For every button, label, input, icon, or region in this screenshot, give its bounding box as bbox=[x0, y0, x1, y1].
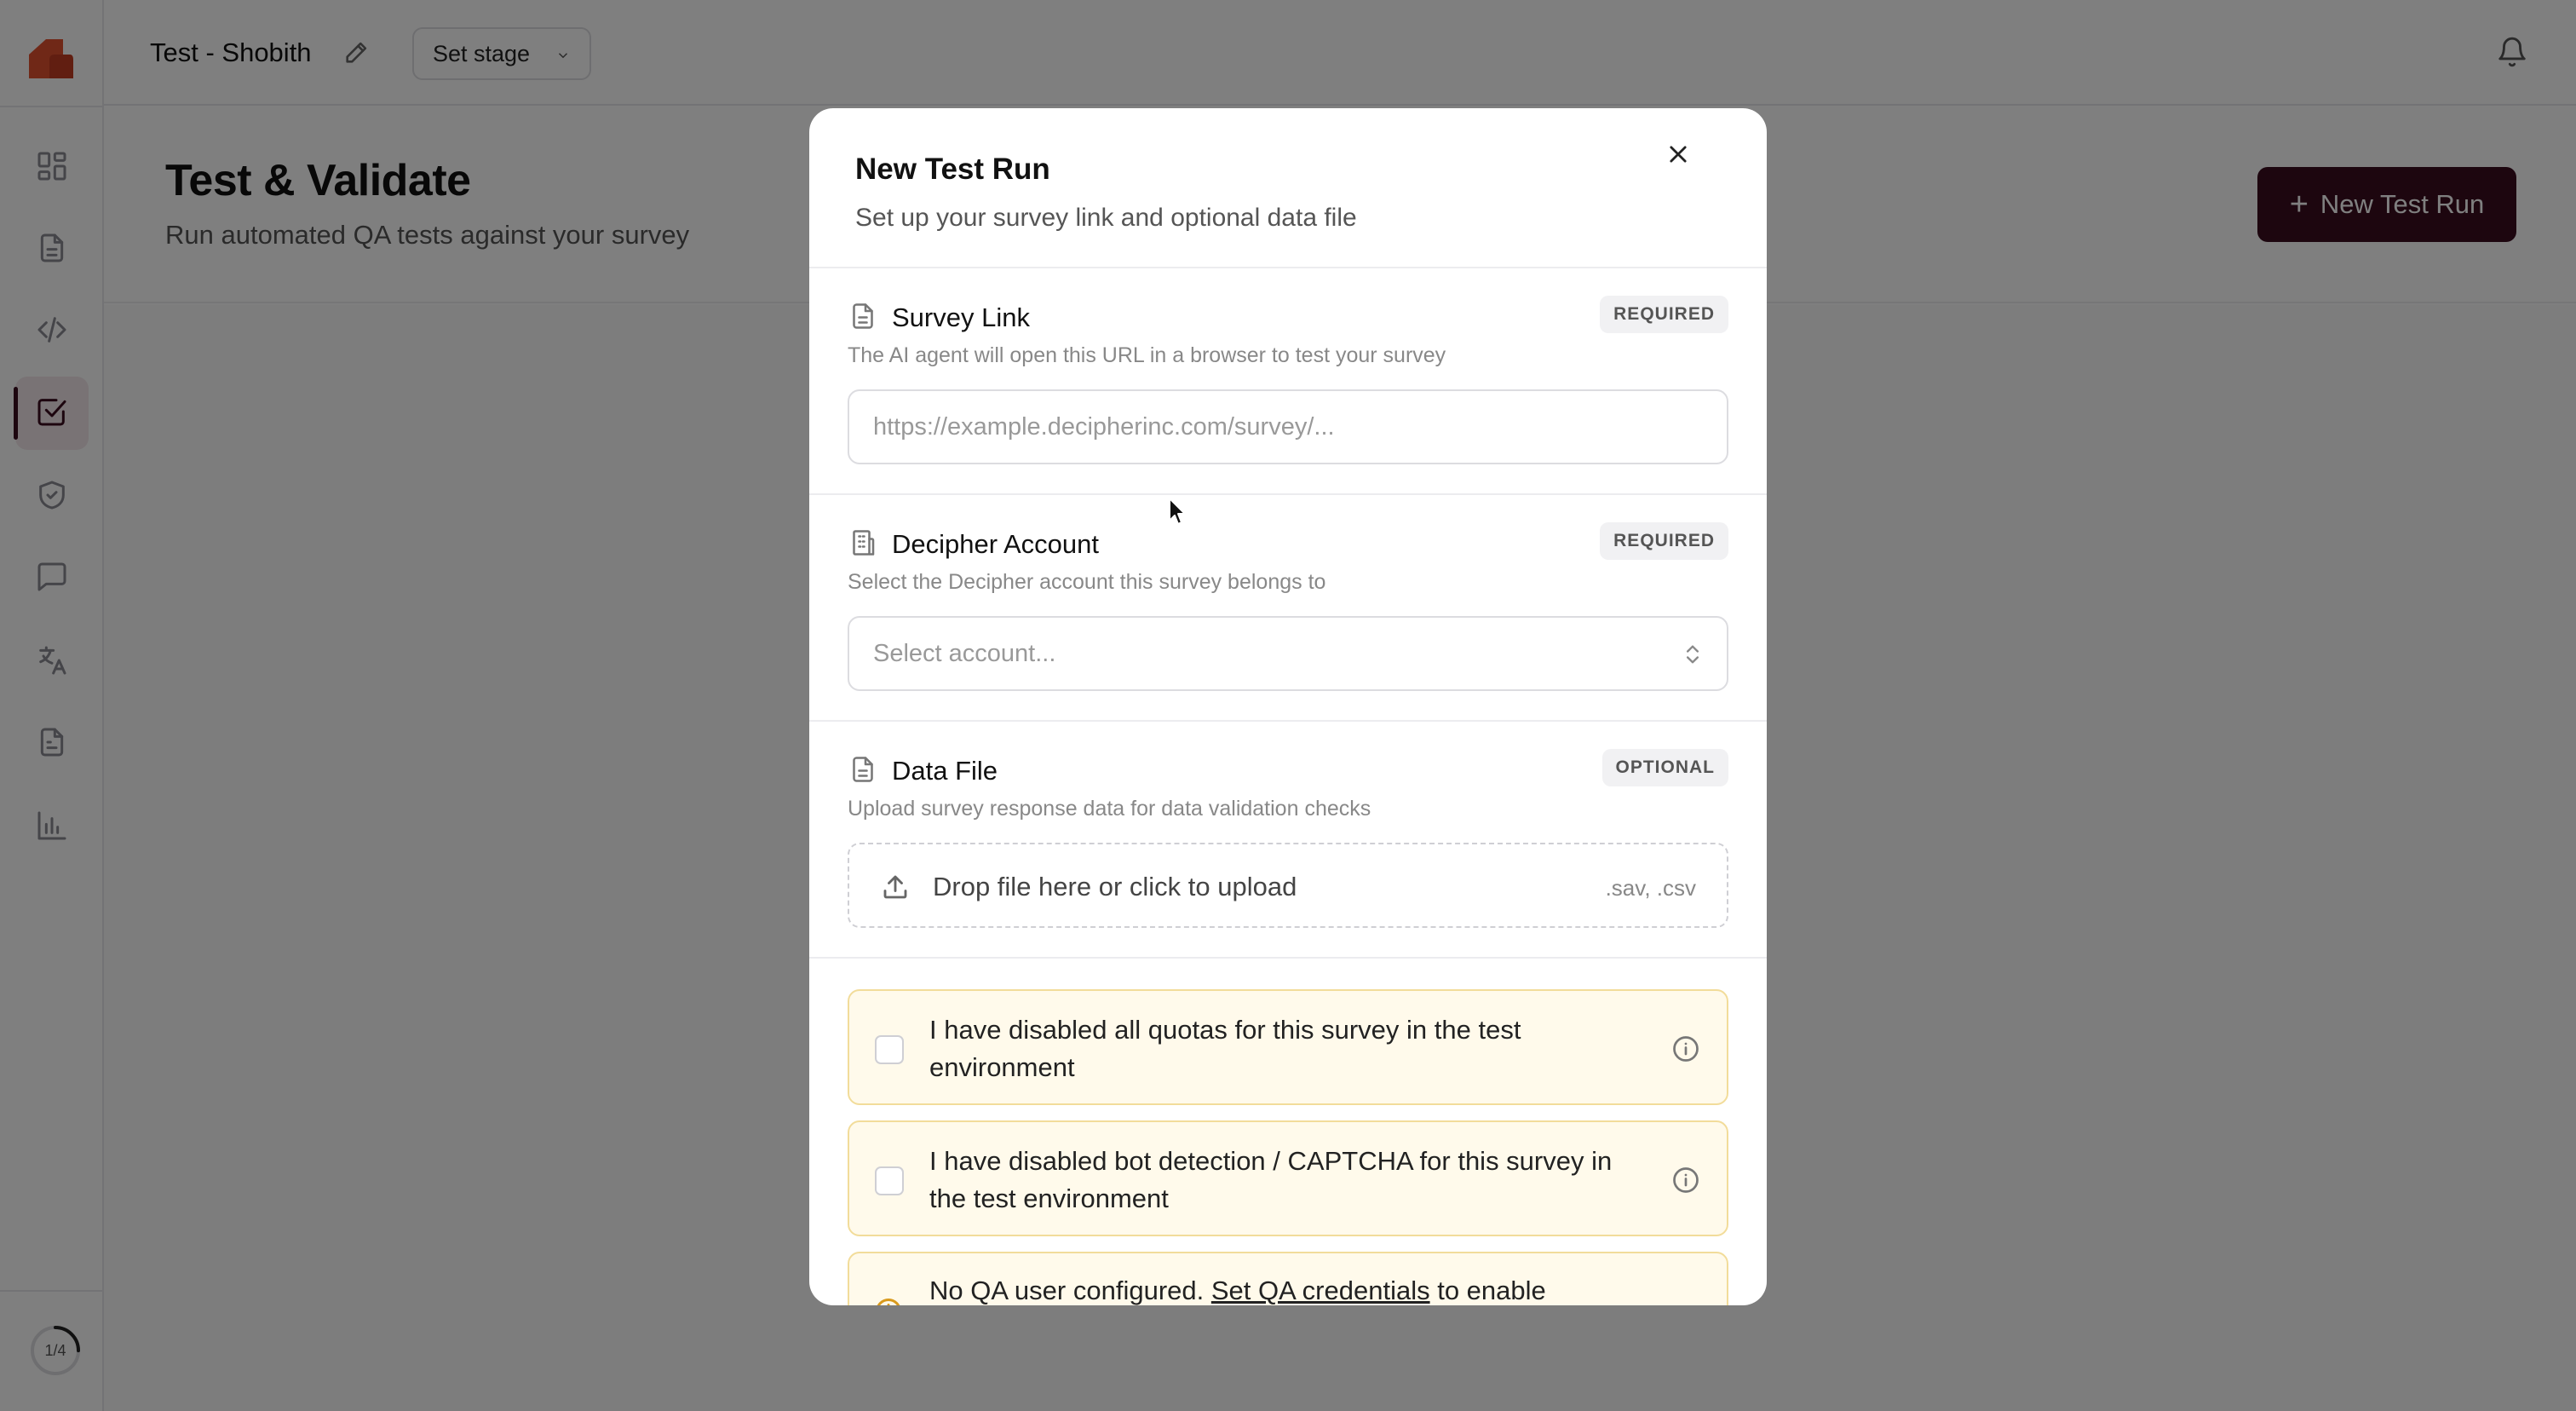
optional-badge: OPTIONAL bbox=[1601, 749, 1728, 786]
data-file-label: Data File bbox=[892, 756, 998, 786]
section-divider bbox=[809, 957, 1767, 959]
captcha-confirmation-text: I have disabled bot detection / CAPTCHA … bbox=[929, 1146, 1613, 1213]
data-file-help: Upload survey response data for data val… bbox=[848, 797, 1371, 821]
decipher-account-help: Select the Decipher account this survey … bbox=[848, 570, 1326, 594]
close-button[interactable] bbox=[1661, 137, 1695, 171]
file-drop-zone[interactable]: Drop file here or click to upload .sav, … bbox=[848, 843, 1728, 928]
survey-link-label: Survey Link bbox=[892, 302, 1030, 332]
quota-confirmation-text: I have disabled all quotas for this surv… bbox=[929, 1015, 1521, 1082]
warning-prefix: No QA user configured. bbox=[929, 1276, 1211, 1305]
account-select[interactable]: Select account... bbox=[848, 616, 1728, 691]
data-file-section: Data File OPTIONAL Upload survey respons… bbox=[848, 749, 1728, 933]
document-icon bbox=[848, 754, 878, 785]
header-divider bbox=[809, 267, 1767, 268]
survey-link-input[interactable] bbox=[848, 389, 1728, 464]
building-icon bbox=[848, 527, 878, 558]
warning-icon bbox=[873, 1296, 904, 1305]
warning-text: No QA user configured. Set QA credential… bbox=[929, 1272, 1696, 1305]
mouse-cursor-icon bbox=[1169, 498, 1186, 525]
section-divider bbox=[809, 720, 1767, 722]
qa-user-warning: No QA user configured. Set QA credential… bbox=[848, 1252, 1728, 1305]
set-qa-credentials-link[interactable]: Set QA credentials bbox=[1211, 1276, 1430, 1305]
captcha-checkbox[interactable] bbox=[875, 1166, 904, 1195]
decipher-account-section: Decipher Account REQUIRED Select the Dec… bbox=[848, 522, 1728, 698]
new-test-run-modal: New Test Run Set up your survey link and… bbox=[809, 108, 1767, 1305]
upload-icon bbox=[880, 872, 911, 902]
modal-subtitle: Set up your survey link and optional dat… bbox=[855, 204, 1357, 232]
quota-checkbox[interactable] bbox=[875, 1035, 904, 1064]
drop-zone-text: Drop file here or click to upload bbox=[933, 872, 1297, 901]
document-icon bbox=[848, 301, 878, 331]
close-icon bbox=[1670, 146, 1687, 163]
required-badge: REQUIRED bbox=[1600, 296, 1728, 333]
account-select-placeholder: Select account... bbox=[873, 639, 1056, 667]
captcha-confirmation-card[interactable]: I have disabled bot detection / CAPTCHA … bbox=[848, 1120, 1728, 1236]
quota-confirmation-card[interactable]: I have disabled all quotas for this surv… bbox=[848, 989, 1728, 1105]
required-badge: REQUIRED bbox=[1600, 522, 1728, 560]
survey-link-section: Survey Link REQUIRED The AI agent will o… bbox=[848, 296, 1728, 471]
modal-title: New Test Run bbox=[855, 153, 1050, 186]
chevron-up-down-icon bbox=[1687, 645, 1699, 664]
info-icon[interactable] bbox=[1670, 1165, 1701, 1195]
warning-suffix: to enable bbox=[1429, 1276, 1546, 1305]
decipher-account-label: Decipher Account bbox=[892, 529, 1099, 559]
file-extensions: .sav, .csv bbox=[1605, 875, 1696, 901]
info-icon[interactable] bbox=[1670, 1034, 1701, 1064]
section-divider bbox=[809, 493, 1767, 495]
survey-link-help: The AI agent will open this URL in a bro… bbox=[848, 343, 1446, 367]
